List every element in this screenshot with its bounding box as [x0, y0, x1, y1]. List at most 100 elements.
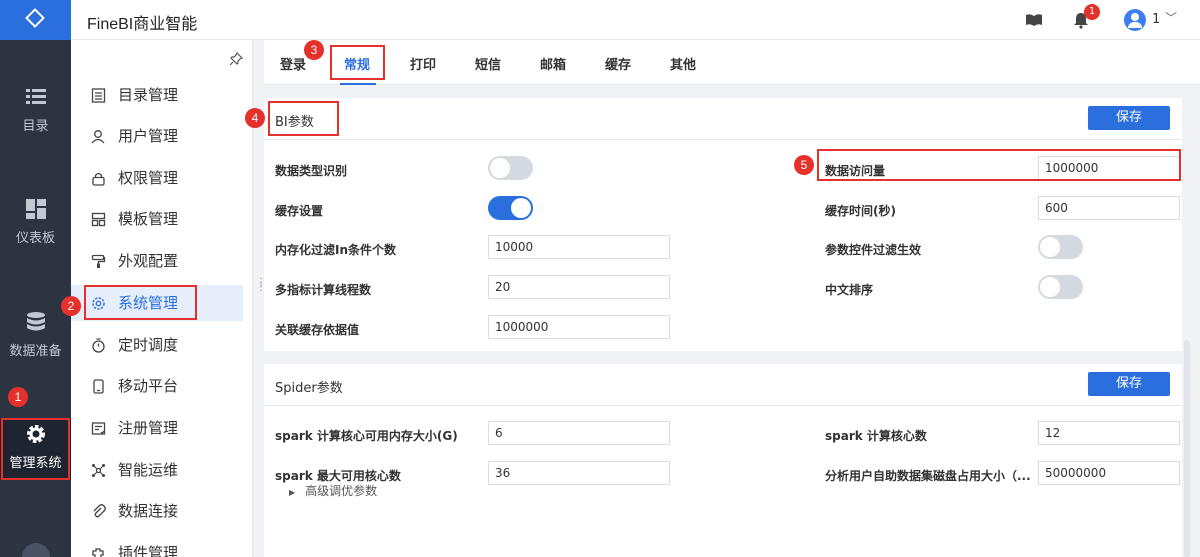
spark-core-memory-input[interactable]: 6 — [488, 421, 670, 445]
submenu-item-plugins[interactable]: 插件管理 — [71, 535, 243, 557]
ops-icon — [92, 464, 105, 477]
annotation-badge-1: 1 — [8, 387, 28, 407]
submenu-item-catalog[interactable]: 目录管理 — [71, 77, 243, 113]
user-icon — [91, 130, 105, 144]
in-condition-count-label: 内存化过滤In条件个数 — [275, 243, 397, 257]
annotation-badge-5: 5 — [794, 155, 814, 175]
resize-handle[interactable]: ⋮ ⋮ — [256, 278, 266, 300]
advanced-tuning-toggle[interactable]: ▶ 高级调优参数 — [289, 482, 377, 499]
spider-params-header: Spider参数 保存 — [264, 364, 1182, 406]
rail-item-data-prep[interactable]: 数据准备 — [0, 311, 71, 371]
tab-other[interactable]: 其他 — [670, 54, 696, 73]
cache-time-label: 缓存时间(秒) — [825, 204, 896, 218]
app-logo-icon[interactable] — [0, 0, 71, 40]
tab-email[interactable]: 邮箱 — [540, 54, 566, 73]
submenu-item-templates[interactable]: 模板管理 — [71, 201, 243, 237]
spark-core-memory-label: spark 计算核心可用内存大小(G) — [275, 429, 458, 443]
notification-badge: 1 — [1084, 4, 1100, 20]
spider-params-save-button[interactable]: 保存 — [1088, 372, 1170, 396]
submenu-label: 移动平台 — [118, 377, 179, 395]
link-icon — [93, 504, 106, 518]
submenu-item-mobile[interactable]: 移动平台 — [71, 368, 243, 404]
caret-right-icon: ▶ — [289, 488, 296, 497]
submenu-label: 权限管理 — [118, 169, 179, 187]
tab-print[interactable]: 打印 — [410, 54, 436, 73]
multi-metric-threads-input[interactable]: 20 — [488, 275, 670, 299]
in-condition-count-input[interactable]: 10000 — [488, 235, 670, 259]
rail-item-dashboard[interactable]: 仪表板 — [0, 198, 71, 258]
pin-icon[interactable] — [229, 52, 243, 66]
spider-params-title: Spider参数 — [275, 381, 343, 396]
submenu-item-data-connection[interactable]: 数据连接 — [71, 493, 243, 529]
submenu-item-users[interactable]: 用户管理 — [71, 118, 243, 154]
paint-roller-icon — [91, 254, 106, 268]
chevron-down-icon[interactable]: ﹀ — [1165, 9, 1177, 26]
annotation-box-4 — [268, 101, 339, 136]
submenu-label: 定时调度 — [118, 336, 179, 354]
annotation-badge-3: 3 — [304, 40, 324, 60]
param-filter-effective-toggle[interactable] — [1038, 235, 1083, 259]
spark-core-count-input[interactable]: 12 — [1038, 421, 1180, 445]
param-filter-effective-label: 参数控件过滤生效 — [825, 243, 922, 257]
rail-label: 数据准备 — [9, 344, 62, 359]
cache-setting-label: 缓存设置 — [275, 204, 324, 218]
multi-metric-threads-label: 多指标计算线程数 — [275, 283, 372, 297]
annotation-badge-4: 4 — [245, 108, 265, 128]
annotation-badge-2: 2 — [61, 296, 81, 316]
spark-max-cores-input[interactable]: 36 — [488, 461, 670, 485]
top-header: FineBI商业智能 1 1 ﹀ — [71, 0, 1200, 40]
user-dataset-disk-label: 分析用户自助数据集磁盘占用大小（... — [825, 469, 1031, 483]
tab-login[interactable]: 登录 — [280, 54, 306, 73]
timer-icon — [92, 338, 105, 353]
bi-params-header: BI参数 保存 — [264, 98, 1182, 140]
submenu-label: 外观配置 — [118, 252, 179, 270]
mobile-icon — [93, 379, 104, 394]
submenu-item-registration[interactable]: 注册管理 — [71, 410, 243, 446]
relation-cache-basis-label: 关联缓存依据值 — [275, 323, 360, 337]
rail-item-catalog[interactable]: 目录 — [0, 86, 71, 146]
relation-cache-basis-input[interactable]: 1000000 — [488, 315, 670, 339]
book-icon[interactable] — [1025, 11, 1043, 29]
submenu-label: 注册管理 — [118, 419, 179, 437]
catalog-icon — [91, 88, 106, 103]
database-icon — [26, 312, 45, 331]
submenu-item-permissions[interactable]: 权限管理 — [71, 160, 243, 196]
annotation-box-2 — [84, 285, 197, 320]
plugin-icon — [92, 548, 104, 557]
annotation-box-3 — [330, 45, 385, 80]
data-type-recognition-label: 数据类型识别 — [275, 164, 348, 178]
data-type-recognition-toggle[interactable] — [488, 156, 533, 180]
lock-icon — [92, 172, 105, 186]
active-tab-indicator — [340, 83, 376, 85]
tab-cache[interactable]: 缓存 — [605, 54, 631, 73]
submenu-item-appearance[interactable]: 外观配置 — [71, 243, 243, 279]
chinese-sort-label: 中文排序 — [825, 283, 874, 297]
list-icon — [25, 89, 46, 104]
spider-params-panel: Spider参数 保存 spark 计算核心可用内存大小(G) 6 spark … — [264, 364, 1182, 557]
app-title: FineBI商业智能 — [87, 16, 198, 33]
user-dataset-disk-input[interactable]: 50000000 — [1038, 461, 1180, 485]
annotation-box-1 — [1, 418, 70, 480]
cache-time-input[interactable]: 600 — [1038, 196, 1180, 220]
settings-tabbar: 登录 常规 打印 短信 邮箱 缓存 其他 — [264, 40, 1200, 85]
spark-core-count-label: spark 计算核心数 — [825, 429, 927, 443]
submenu-label: 模板管理 — [118, 210, 179, 228]
submenu-label: 数据连接 — [118, 502, 179, 520]
annotation-box-5 — [817, 149, 1181, 181]
dashboard-icon — [25, 199, 46, 219]
rail-label: 仪表板 — [15, 231, 55, 246]
cache-setting-toggle[interactable] — [488, 196, 533, 220]
user-name[interactable]: 1 — [1152, 12, 1160, 27]
tab-sms[interactable]: 短信 — [475, 54, 501, 73]
user-avatar-icon[interactable] — [1124, 9, 1146, 31]
submenu-item-ops[interactable]: 智能运维 — [71, 452, 243, 488]
submenu-label: 智能运维 — [118, 461, 179, 479]
bi-params-save-button[interactable]: 保存 — [1088, 106, 1170, 130]
submenu-item-scheduling[interactable]: 定时调度 — [71, 327, 243, 363]
submenu-label: 插件管理 — [118, 544, 179, 557]
rail-user-avatar[interactable] — [22, 543, 50, 557]
submenu-label: 用户管理 — [118, 127, 179, 145]
content-scrollbar[interactable] — [1184, 340, 1190, 557]
chinese-sort-toggle[interactable] — [1038, 275, 1083, 299]
rail-label: 目录 — [22, 119, 49, 134]
